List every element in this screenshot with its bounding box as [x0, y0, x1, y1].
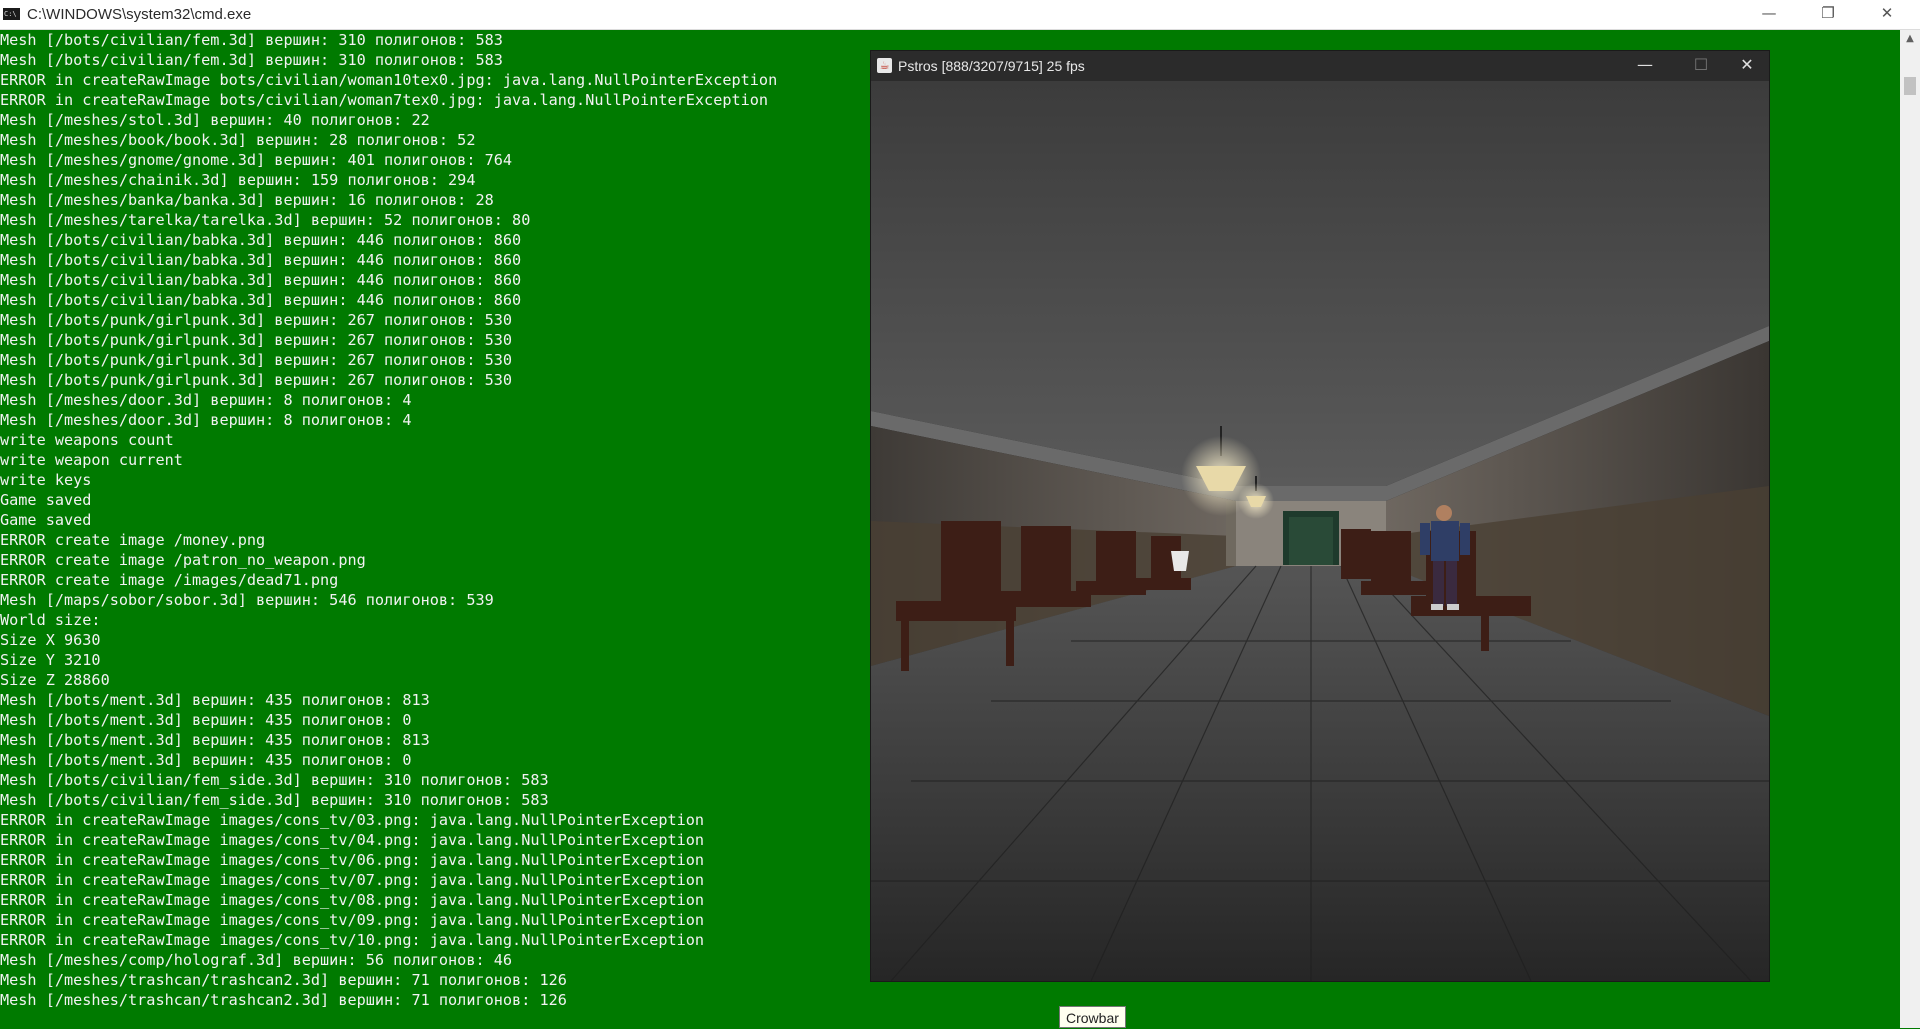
console-line: Mesh [/meshes/comp/holograf.3d] вершин: …	[0, 951, 513, 969]
console-line: Size Z 28860	[0, 671, 110, 689]
console-line: Mesh [/meshes/door.3d] вершин: 8 полигон…	[0, 391, 412, 409]
console-line: World size:	[0, 611, 101, 629]
cmd-minimize-button[interactable]: —	[1746, 0, 1792, 29]
console-line: ERROR in createRawImage images/cons_tv/0…	[0, 811, 705, 829]
console-line: Mesh [/bots/ment.3d] вершин: 435 полигон…	[0, 711, 412, 729]
console-line: Mesh [/bots/civilian/fem.3d] вершин: 310…	[0, 51, 503, 69]
console-line: Mesh [/bots/civilian/babka.3d] вершин: 4…	[0, 271, 522, 289]
console-line: ERROR in createRawImage images/cons_tv/0…	[0, 851, 705, 869]
console-line: Game saved	[0, 511, 92, 529]
console-line: Size X 9630	[0, 631, 101, 649]
game-window-title: Pstros [888/3207/9715] 25 fps	[898, 58, 1085, 74]
console-line: Mesh [/bots/civilian/fem.3d] вершин: 310…	[0, 31, 503, 49]
cmd-titlebar[interactable]: C:\ C:\WINDOWS\system32\cmd.exe — ❐ ✕	[0, 0, 1920, 30]
console-line: ERROR create image /images/dead71.png	[0, 571, 339, 589]
game-close-button[interactable]: ✕	[1719, 51, 1775, 81]
console-icon: C:\	[3, 8, 20, 20]
console-line: write weapons count	[0, 431, 174, 449]
cmd-close-button[interactable]: ✕	[1864, 0, 1910, 29]
console-line: Mesh [/bots/civilian/fem_side.3d] вершин…	[0, 771, 549, 789]
console-line: Mesh [/bots/civilian/babka.3d] вершин: 4…	[0, 251, 522, 269]
game-viewport[interactable]	[871, 81, 1769, 981]
console-line: Mesh [/meshes/tarelka/tarelka.3d] вершин…	[0, 211, 531, 229]
console-line: Game saved	[0, 491, 92, 509]
console-output[interactable]: Mesh [/bots/civilian/fem.3d] вершин: 310…	[0, 30, 880, 1020]
console-line: ERROR create image /patron_no_weapon.png	[0, 551, 366, 569]
console-line: write keys	[0, 471, 92, 489]
console-line: ERROR in createRawImage images/cons_tv/0…	[0, 871, 705, 889]
console-line: Mesh [/meshes/book/book.3d] вершин: 28 п…	[0, 131, 476, 149]
console-line: Size Y 3210	[0, 651, 101, 669]
game-minimize-button[interactable]: —	[1617, 51, 1673, 81]
game-window[interactable]: ☕ Pstros [888/3207/9715] 25 fps — ☐ ✕	[870, 50, 1770, 982]
scroll-thumb[interactable]	[1904, 77, 1916, 95]
crowbar-tooltip: Crowbar	[1059, 1006, 1126, 1028]
console-line: ERROR create image /money.png	[0, 531, 266, 549]
console-line: Mesh [/meshes/door.3d] вершин: 8 полигон…	[0, 411, 412, 429]
console-line: Mesh [/bots/punk/girlpunk.3d] вершин: 26…	[0, 331, 513, 349]
console-line: Mesh [/meshes/banka/banka.3d] вершин: 16…	[0, 191, 494, 209]
console-line: Mesh [/bots/civilian/babka.3d] вершин: 4…	[0, 231, 522, 249]
console-line: ERROR in createRawImage images/cons_tv/0…	[0, 911, 705, 929]
console-line: Mesh [/meshes/chainik.3d] вершин: 159 по…	[0, 171, 476, 189]
corridor-scene	[871, 81, 1769, 981]
console-line: Mesh [/meshes/gnome/gnome.3d] вершин: 40…	[0, 151, 513, 169]
console-line: Mesh [/meshes/trashcan/trashcan2.3d] вер…	[0, 971, 567, 989]
console-line: Mesh [/maps/sobor/sobor.3d] вершин: 546 …	[0, 591, 494, 609]
console-line: Mesh [/meshes/trashcan/trashcan2.3d] вер…	[0, 991, 567, 1009]
java-icon: ☕	[877, 58, 892, 73]
console-line: Mesh [/bots/punk/girlpunk.3d] вершин: 26…	[0, 351, 513, 369]
console-line: ERROR in createRawImage images/cons_tv/0…	[0, 891, 705, 909]
scroll-up-arrow-icon[interactable]: ▲	[1900, 30, 1920, 47]
console-line: Mesh [/bots/ment.3d] вершин: 435 полигон…	[0, 691, 430, 709]
console-line: Mesh [/bots/punk/girlpunk.3d] вершин: 26…	[0, 311, 513, 329]
console-scrollbar[interactable]: ▲	[1900, 30, 1920, 1028]
console-line: Mesh [/bots/civilian/babka.3d] вершин: 4…	[0, 291, 522, 309]
console-line: ERROR in createRawImage bots/civilian/wo…	[0, 91, 769, 109]
console-line: Mesh [/bots/punk/girlpunk.3d] вершин: 26…	[0, 371, 513, 389]
cmd-restore-button[interactable]: ❐	[1805, 0, 1851, 29]
console-line: ERROR in createRawImage images/cons_tv/1…	[0, 931, 705, 949]
console-line: Mesh [/bots/civilian/fem_side.3d] вершин…	[0, 791, 549, 809]
console-line: ERROR in createRawImage images/cons_tv/0…	[0, 831, 705, 849]
console-line: ERROR in createRawImage bots/civilian/wo…	[0, 71, 778, 89]
game-titlebar[interactable]: ☕ Pstros [888/3207/9715] 25 fps — ☐ ✕	[871, 51, 1769, 81]
console-line: Mesh [/bots/ment.3d] вершин: 435 полигон…	[0, 751, 412, 769]
console-line: Mesh [/bots/ment.3d] вершин: 435 полигон…	[0, 731, 430, 749]
console-line: Mesh [/meshes/stol.3d] вершин: 40 полиго…	[0, 111, 430, 129]
console-line: write weapon current	[0, 451, 183, 469]
cmd-window-title: C:\WINDOWS\system32\cmd.exe	[27, 6, 252, 23]
